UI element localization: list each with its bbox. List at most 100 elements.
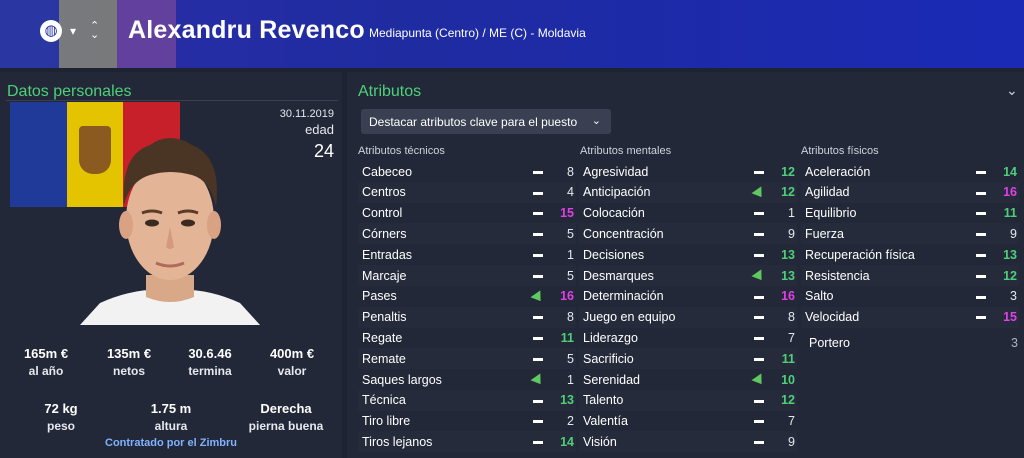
attribute-row[interactable]: Agilidad 16 <box>801 181 1019 203</box>
highlight-key-attributes-dropdown[interactable]: Destacar atributos clave para el puesto … <box>361 109 611 134</box>
trend-flat-icon <box>976 170 986 174</box>
attribute-row[interactable]: Talento 12 <box>579 389 797 411</box>
attribute-value: 13 <box>781 247 795 262</box>
attribute-row[interactable]: Visión 9 <box>579 431 797 453</box>
trend-flat-icon <box>754 420 764 424</box>
attribute-value: 5 <box>567 351 574 366</box>
trend-flat-icon <box>754 316 764 320</box>
attribute-value: 5 <box>567 268 574 283</box>
attribute-name: Tiro libre <box>362 414 411 429</box>
attribute-row[interactable]: Colocación 1 <box>579 203 797 224</box>
player-photo <box>80 138 260 325</box>
attribute-name: Recuperación física <box>805 247 915 262</box>
attribute-name: Entradas <box>362 247 413 262</box>
attribute-row[interactable]: Determinación 16 <box>579 286 797 307</box>
trend-up-arrow-icon <box>530 289 546 305</box>
trend-flat-icon <box>976 233 986 237</box>
attribute-row[interactable]: Penaltis 8 <box>358 306 576 328</box>
trend-up-arrow-icon <box>751 185 767 201</box>
trend-flat-icon <box>976 253 986 257</box>
attribute-row[interactable]: Regate 11 <box>358 327 576 348</box>
attribute-name: Técnica <box>362 393 406 408</box>
attribute-name: Tiros lejanos <box>362 434 433 449</box>
attribute-name: Decisiones <box>583 247 645 262</box>
attribute-row[interactable]: Tiros lejanos 14 <box>358 431 576 453</box>
attribute-value: 16 <box>1003 185 1017 200</box>
attribute-value: 8 <box>567 164 574 179</box>
trend-flat-icon <box>533 399 543 403</box>
weight: 72 kg peso <box>44 401 78 433</box>
attribute-value: 14 <box>560 434 574 449</box>
attribute-row[interactable]: Entradas 1 <box>358 244 576 265</box>
attribute-row[interactable]: Fuerza 9 <box>801 223 1019 245</box>
attribute-row[interactable]: Saques largos 1 <box>358 369 576 390</box>
attribute-row[interactable]: Liderazgo 7 <box>579 327 797 348</box>
attribute-row[interactable]: Cabeceo 8 <box>358 161 576 182</box>
attribute-name: Equilibrio <box>805 206 857 221</box>
attribute-row[interactable]: Anticipación 12 <box>579 181 797 203</box>
trend-flat-icon <box>533 357 543 361</box>
physical-header: Atributos físicos <box>801 145 879 157</box>
trend-flat-icon <box>533 191 543 195</box>
player-name: Alexandru Revenco <box>128 16 365 44</box>
attribute-name: Pases <box>362 289 397 304</box>
player-value: 400m € valor <box>269 346 315 378</box>
attribute-value: 7 <box>788 330 795 345</box>
wage-yearly: 165m € al año <box>23 346 69 378</box>
chevron-down-icon[interactable]: ▾ <box>70 24 76 38</box>
attribute-value: 5 <box>567 226 574 241</box>
attribute-row[interactable]: Recuperación física 13 <box>801 244 1019 265</box>
attribute-row[interactable]: Serenidad 10 <box>579 369 797 390</box>
attribute-row[interactable]: Equilibrio 11 <box>801 203 1019 224</box>
trend-flat-icon <box>533 170 543 174</box>
trend-flat-icon <box>754 233 764 237</box>
attribute-row[interactable]: Resistencia 12 <box>801 265 1019 286</box>
trend-flat-icon <box>754 441 764 445</box>
attribute-value: 16 <box>781 289 795 304</box>
attribute-name: Velocidad <box>805 310 860 325</box>
attribute-value: 15 <box>560 206 574 221</box>
attribute-row[interactable]: Juego en equipo 8 <box>579 306 797 328</box>
personal-data-title: Datos personales <box>7 83 132 100</box>
attribute-row[interactable]: Valentía 7 <box>579 411 797 432</box>
player-header: ◍ ▾ ⌃ ⌄ Alexandru Revenco Mediapunta (Cen… <box>0 0 1024 68</box>
attribute-name: Liderazgo <box>583 330 638 345</box>
attribute-row[interactable]: Centros 4 <box>358 181 576 203</box>
attribute-row[interactable]: Salto 3 <box>801 286 1019 307</box>
attribute-row[interactable]: Técnica 13 <box>358 389 576 411</box>
attribute-value: 11 <box>781 351 795 366</box>
attribute-row[interactable]: Decisiones 13 <box>579 244 797 265</box>
attribute-row[interactable]: Marcaje 5 <box>358 265 576 286</box>
chevron-down-icon[interactable]: ⌄ <box>1006 82 1018 99</box>
attribute-row[interactable]: Tiro libre 2 <box>358 411 576 432</box>
attribute-name: Serenidad <box>583 372 640 387</box>
age-value: 24 <box>313 141 334 161</box>
contract-club-link[interactable]: Contratado por el Zimbru <box>0 437 342 449</box>
trend-up-arrow-icon <box>751 269 767 284</box>
attribute-name: Agresividad <box>583 164 649 179</box>
attribute-name: Concentración <box>583 226 664 241</box>
preferred-foot: Derecha pierna buena <box>248 401 324 433</box>
attribute-value: 9 <box>788 434 795 449</box>
up-down-arrows-icon[interactable]: ⌃ ⌄ <box>90 21 99 41</box>
attribute-row[interactable]: Córners 5 <box>358 223 576 245</box>
goalkeeper-attribute[interactable]: Portero 3 <box>805 332 1020 353</box>
attribute-value: 8 <box>567 310 574 325</box>
attribute-name: Córners <box>362 226 407 241</box>
attribute-row[interactable]: Control 15 <box>358 203 576 224</box>
attribute-name: Control <box>362 206 403 221</box>
attribute-row[interactable]: Pases 16 <box>358 286 576 307</box>
attribute-row[interactable]: Aceleración 14 <box>801 161 1019 182</box>
attribute-value: 8 <box>788 310 795 325</box>
attribute-row[interactable]: Desmarques 13 <box>579 265 797 286</box>
attribute-row[interactable]: Velocidad 15 <box>801 306 1019 328</box>
attribute-value: 12 <box>781 393 795 408</box>
globe-icon[interactable]: ◍ <box>40 20 62 42</box>
attribute-row[interactable]: Sacrificio 11 <box>579 348 797 370</box>
attribute-row[interactable]: Remate 5 <box>358 348 576 370</box>
attribute-row[interactable]: Concentración 9 <box>579 223 797 245</box>
trend-flat-icon <box>976 295 986 299</box>
trend-flat-icon <box>533 212 543 216</box>
attribute-row[interactable]: Agresividad 12 <box>579 161 797 182</box>
trend-flat-icon <box>533 274 543 278</box>
